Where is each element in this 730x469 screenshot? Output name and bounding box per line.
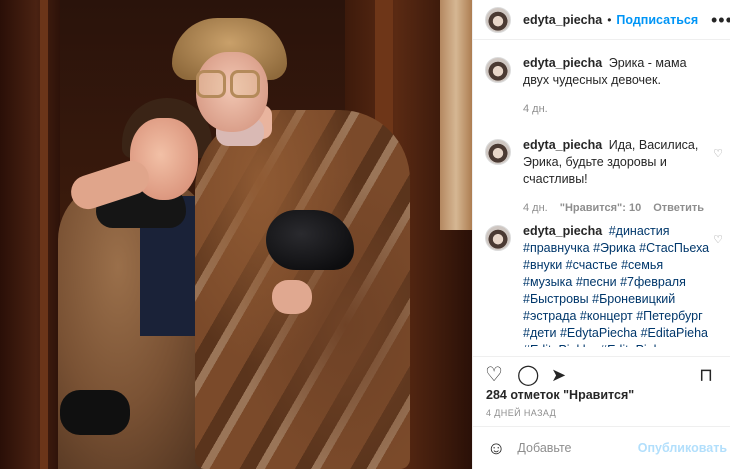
- post-photo[interactable]: [0, 0, 472, 469]
- comment-likes-count[interactable]: "Нравится": 10: [560, 200, 641, 217]
- comment-body: edyta_piecha Эрика - мама двух чудесных …: [523, 55, 711, 125]
- likes-count[interactable]: 284 отметок "Нравится": [486, 388, 634, 402]
- action-bar: ♡ ◯ ➤ ⊓: [473, 356, 730, 392]
- share-icon[interactable]: ➤: [551, 365, 566, 385]
- comment-time[interactable]: 4 дн.: [523, 101, 548, 118]
- avatar[interactable]: [485, 139, 511, 165]
- heart-icon[interactable]: ♡: [713, 233, 723, 246]
- bookmark-icon[interactable]: ⊓: [699, 365, 713, 385]
- instagram-post: edyta_piecha • Подписаться ••• edyta_pie…: [0, 0, 730, 469]
- comment-time[interactable]: 4 дн.: [523, 200, 548, 217]
- woman-glasses-left: [196, 70, 226, 98]
- comment-input[interactable]: [517, 441, 658, 455]
- photo-door-left: [0, 0, 60, 469]
- avatar[interactable]: [485, 57, 511, 83]
- avatar[interactable]: [485, 225, 511, 251]
- photo-door-frame: [40, 0, 48, 469]
- comment-meta: 4 дн.: [523, 101, 711, 118]
- comment-hashtags[interactable]: #династия #правнучка #Эрика #СтасПьеха #…: [523, 224, 709, 347]
- comment-item: edyta_piecha #династия #правнучка #Эрика…: [473, 223, 725, 347]
- emoji-icon[interactable]: ☺: [487, 438, 505, 459]
- heart-icon[interactable]: ♡: [713, 147, 723, 160]
- heart-icon[interactable]: ♡: [485, 365, 503, 385]
- comment-body: edyta_piecha Ида, Василиса, Эрика, будьт…: [523, 137, 711, 217]
- ellipsis-icon[interactable]: •••: [711, 10, 730, 31]
- post-date[interactable]: 4 ДНЕЙ НАЗАД: [486, 408, 556, 418]
- comment-username[interactable]: edyta_piecha: [523, 56, 602, 70]
- woman-hand: [272, 280, 312, 314]
- post-side-panel: edyta_piecha • Подписаться ••• edyta_pie…: [472, 0, 730, 469]
- post-header: edyta_piecha • Подписаться •••: [473, 0, 730, 40]
- comments-list[interactable]: edyta_piecha Эрика - мама двух чудесных …: [473, 55, 730, 347]
- follow-button[interactable]: Подписаться: [616, 13, 698, 27]
- reply-button[interactable]: Ответить: [653, 200, 704, 217]
- avatar[interactable]: [485, 6, 511, 33]
- header-separator: •: [607, 12, 612, 27]
- comment-meta: 4 дн. "Нравится": 10 Ответить: [523, 200, 711, 217]
- publish-button[interactable]: Опубликовать: [638, 441, 727, 455]
- add-comment-bar: ☺ Опубликовать: [473, 426, 730, 469]
- comment-icon[interactable]: ◯: [517, 365, 539, 385]
- woman-glasses-right: [230, 70, 260, 98]
- comment-caption: edyta_piecha Эрика - мама двух чудесных …: [473, 55, 725, 125]
- girl-cuff: [60, 390, 130, 435]
- comment-username[interactable]: edyta_piecha: [523, 138, 602, 152]
- comment-username[interactable]: edyta_piecha: [523, 224, 602, 238]
- comment-body: edyta_piecha #династия #правнучка #Эрика…: [523, 223, 711, 347]
- header-username[interactable]: edyta_piecha: [523, 13, 602, 27]
- photo-light: [440, 0, 472, 230]
- comment-item: edyta_piecha Ида, Василиса, Эрика, будьт…: [473, 137, 725, 217]
